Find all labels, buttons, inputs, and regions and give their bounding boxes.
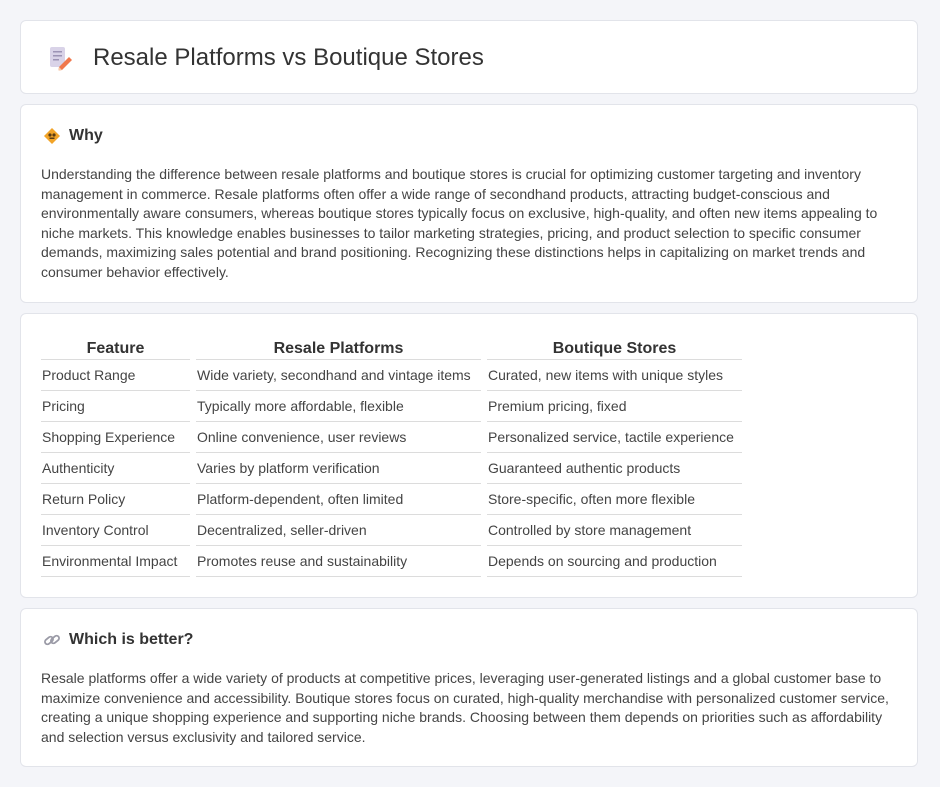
cell-resale: Varies by platform verification: [196, 453, 481, 484]
table-row: Product Range Wide variety, secondhand a…: [41, 360, 742, 391]
cell-feature: Pricing: [41, 391, 190, 422]
cell-feature: Authenticity: [41, 453, 190, 484]
table-row: Environmental Impact Promotes reuse and …: [41, 546, 742, 577]
cell-resale: Wide variety, secondhand and vintage ite…: [196, 360, 481, 391]
why-title: Why: [69, 127, 103, 144]
table-row: Pricing Typically more affordable, flexi…: [41, 391, 742, 422]
comparison-card: Feature Resale Platforms Boutique Stores…: [20, 313, 918, 598]
page-title: Resale Platforms vs Boutique Stores: [93, 44, 484, 71]
cell-boutique: Depends on sourcing and production: [487, 546, 742, 577]
better-card: Which is better? Resale platforms offer …: [20, 608, 918, 767]
header-resale: Resale Platforms: [196, 336, 481, 360]
better-title: Which is better?: [69, 631, 194, 648]
cell-feature: Product Range: [41, 360, 190, 391]
table-row: Inventory Control Decentralized, seller-…: [41, 515, 742, 546]
table-header-row: Feature Resale Platforms Boutique Stores: [41, 336, 742, 360]
cell-boutique: Personalized service, tactile experience: [487, 422, 742, 453]
cell-boutique: Guaranteed authentic products: [487, 453, 742, 484]
better-header: Which is better?: [43, 631, 193, 649]
cell-resale: Decentralized, seller-driven: [196, 515, 481, 546]
cell-feature: Shopping Experience: [41, 422, 190, 453]
cell-boutique: Controlled by store management: [487, 515, 742, 546]
link-icon: [44, 634, 60, 646]
cell-boutique: Curated, new items with unique styles: [487, 360, 742, 391]
cell-resale: Online convenience, user reviews: [196, 422, 481, 453]
why-text: Understanding the difference between res…: [41, 166, 878, 280]
table-row: Return Policy Platform-dependent, often …: [41, 484, 742, 515]
header-boutique: Boutique Stores: [487, 336, 742, 360]
better-text: Resale platforms offer a wide variety of…: [41, 670, 889, 745]
cell-feature: Environmental Impact: [41, 546, 190, 577]
cell-resale: Typically more affordable, flexible: [196, 391, 481, 422]
title-card: Resale Platforms vs Boutique Stores: [20, 20, 918, 94]
cell-resale: Promotes reuse and sustainability: [196, 546, 481, 577]
cell-boutique: Premium pricing, fixed: [487, 391, 742, 422]
cell-boutique: Store-specific, often more flexible: [487, 484, 742, 515]
cell-feature: Return Policy: [41, 484, 190, 515]
title-row: Resale Platforms vs Boutique Stores: [47, 43, 484, 73]
table-row: Authenticity Varies by platform verifica…: [41, 453, 742, 484]
diamond-sign-icon: [44, 128, 60, 144]
header-feature: Feature: [41, 336, 190, 360]
why-header: Why: [43, 127, 103, 145]
document-pencil-icon: [50, 47, 72, 71]
table-row: Shopping Experience Online convenience, …: [41, 422, 742, 453]
cell-feature: Inventory Control: [41, 515, 190, 546]
comparison-table: Feature Resale Platforms Boutique Stores…: [35, 336, 748, 577]
why-card: Why Understanding the difference between…: [20, 104, 918, 303]
cell-resale: Platform-dependent, often limited: [196, 484, 481, 515]
